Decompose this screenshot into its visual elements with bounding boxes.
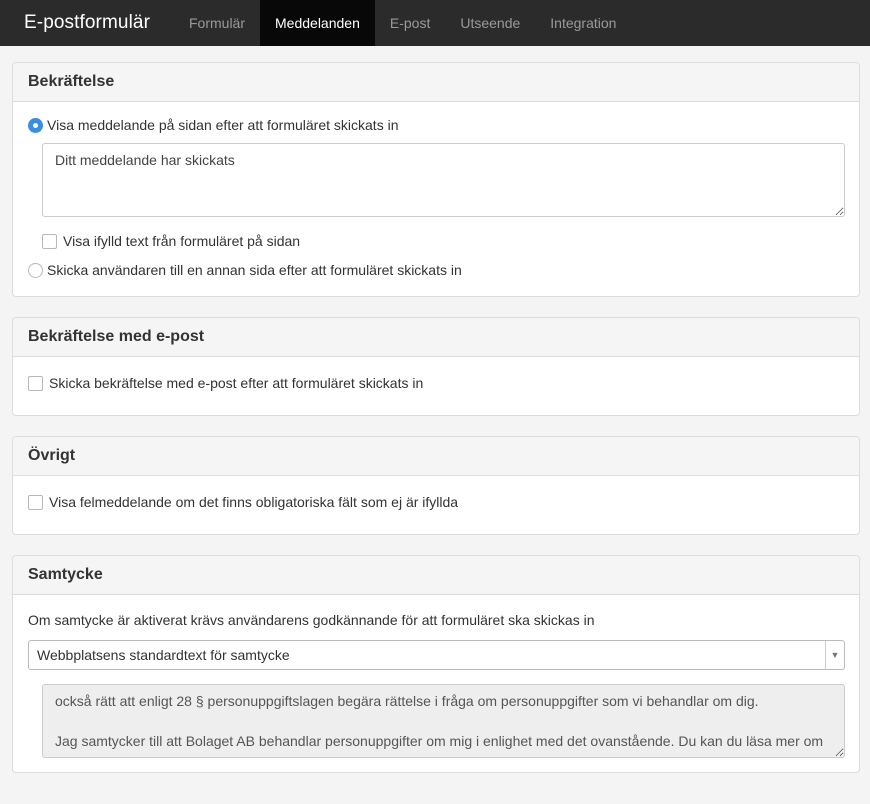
- consent-panel-title: Samtycke: [13, 556, 859, 595]
- option-show-message[interactable]: Visa meddelande på sidan efter att formu…: [28, 117, 844, 133]
- main-content: Bekräftelse Visa meddelande på sidan eft…: [0, 46, 870, 773]
- tab-formular[interactable]: Formulär: [174, 0, 260, 46]
- consent-select-value: Webbplatsens standardtext för samtycke: [37, 647, 290, 663]
- consent-text-textarea[interactable]: också rätt att enligt 28 § personuppgift…: [42, 684, 845, 758]
- tab-utseende[interactable]: Utseende: [445, 0, 535, 46]
- consent-panel: Samtycke Om samtycke är aktiverat krävs …: [12, 555, 860, 773]
- confirmation-panel-title: Bekräftelse: [13, 63, 859, 102]
- show-error-label: Visa felmeddelande om det finns obligato…: [49, 494, 459, 510]
- top-navbar: E-postformulär Formulär Meddelanden E-po…: [0, 0, 870, 46]
- show-error-checkbox[interactable]: [28, 494, 43, 510]
- consent-description: Om samtycke är aktiverat krävs användare…: [28, 612, 595, 628]
- option-redirect[interactable]: Skicka användaren till en annan sida eft…: [28, 262, 844, 278]
- app-brand[interactable]: E-postformulär: [0, 0, 174, 46]
- redirect-radio[interactable]: [28, 262, 43, 278]
- show-message-radio[interactable]: [28, 117, 43, 133]
- show-filled-text-label: Visa ifylld text från formuläret på sida…: [63, 233, 301, 249]
- confirmation-message-textarea[interactable]: Ditt meddelande har skickats: [42, 143, 845, 217]
- option-send-email-confirmation[interactable]: Skicka bekräftelse med e-post efter att …: [28, 375, 844, 391]
- option-show-filled-text[interactable]: Visa ifylld text från formuläret på sida…: [42, 233, 844, 249]
- show-message-label: Visa meddelande på sidan efter att formu…: [47, 117, 399, 133]
- send-email-confirmation-checkbox[interactable]: [28, 375, 43, 391]
- send-email-confirmation-label: Skicka bekräftelse med e-post efter att …: [49, 375, 424, 391]
- other-panel-title: Övrigt: [13, 437, 859, 476]
- tab-integration[interactable]: Integration: [535, 0, 631, 46]
- show-filled-text-checkbox[interactable]: [42, 233, 57, 249]
- tab-e-post[interactable]: E-post: [375, 0, 445, 46]
- email-confirmation-panel: Bekräftelse med e-post Skicka bekräftels…: [12, 317, 860, 416]
- email-confirmation-panel-title: Bekräftelse med e-post: [13, 318, 859, 357]
- other-panel: Övrigt Visa felmeddelande om det finns o…: [12, 436, 860, 535]
- chevron-down-icon[interactable]: ▼: [825, 641, 844, 669]
- consent-text-select[interactable]: Webbplatsens standardtext för samtycke ▼: [28, 640, 845, 670]
- tab-meddelanden[interactable]: Meddelanden: [260, 0, 375, 46]
- confirmation-panel: Bekräftelse Visa meddelande på sidan eft…: [12, 62, 860, 297]
- option-show-error[interactable]: Visa felmeddelande om det finns obligato…: [28, 494, 844, 510]
- redirect-label: Skicka användaren till en annan sida eft…: [47, 262, 462, 278]
